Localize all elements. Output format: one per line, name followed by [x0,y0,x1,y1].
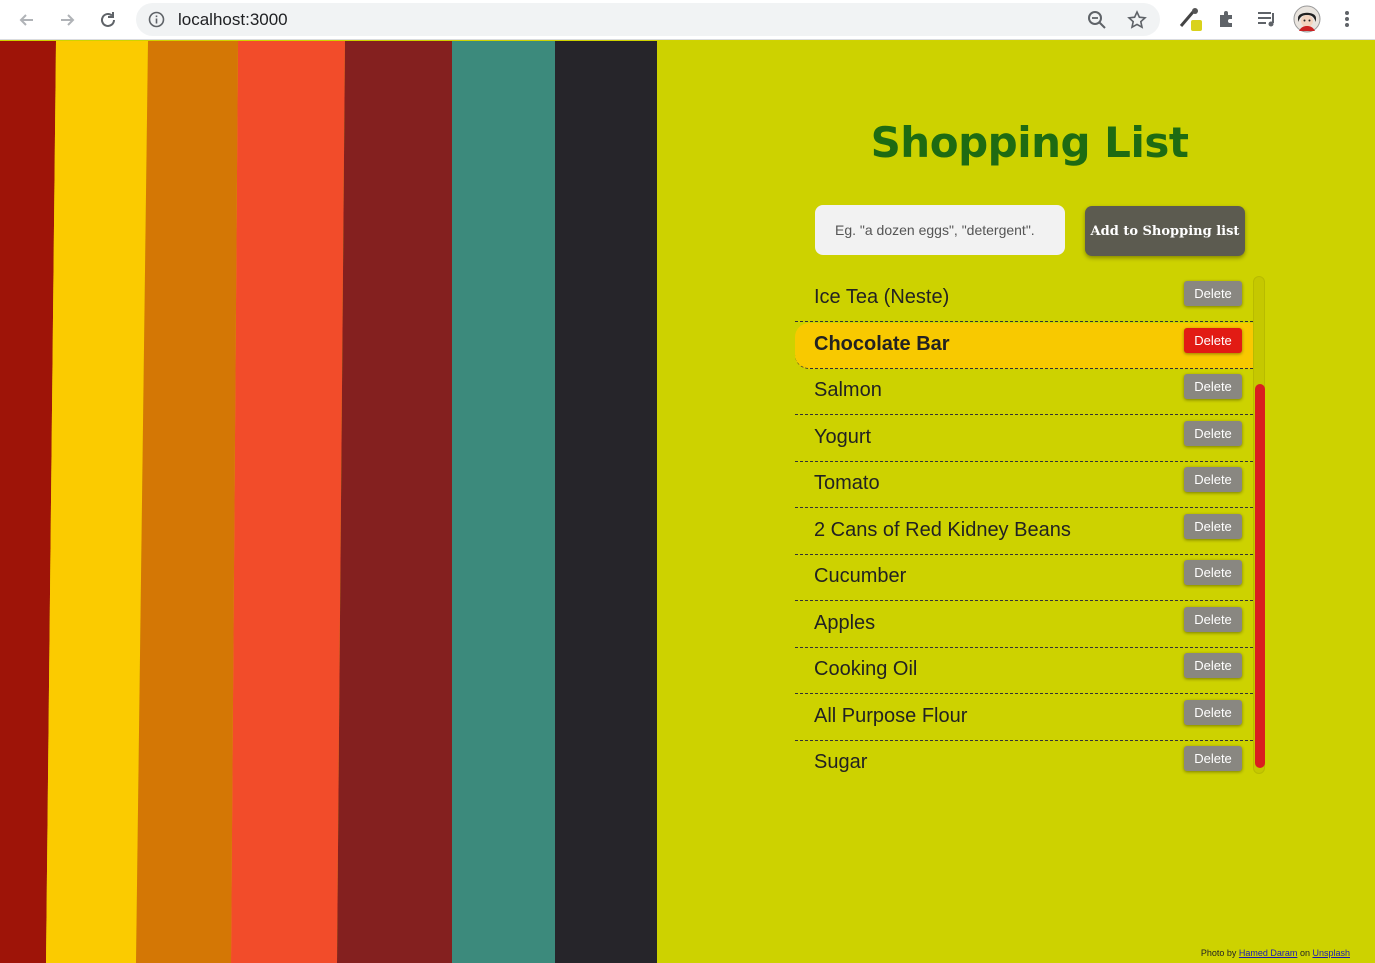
reload-icon[interactable] [92,4,124,36]
address-bar[interactable]: localhost:3000 [136,3,1160,36]
delete-button[interactable]: Delete [1184,374,1242,399]
media-queue-icon[interactable] [1252,4,1282,34]
stripe [136,41,238,963]
list-item-label: All Purpose Flour [814,705,968,727]
delete-button[interactable]: Delete [1184,421,1242,446]
photo-credit: Photo by Hamed Daram on Unsplash [1201,948,1350,958]
list-item[interactable]: Salmon Delete [795,369,1253,415]
delete-button[interactable]: Delete [1184,514,1242,539]
list-item-label: Yogurt [814,426,872,448]
list-item[interactable]: 2 Cans of Red Kidney Beans Delete [795,509,1253,555]
profile-avatar[interactable] [1292,4,1322,34]
back-arrow-icon[interactable] [11,4,43,36]
browser-toolbar: localhost:3000 [0,0,1375,40]
credit-prefix: Photo by [1200,948,1237,958]
delete-button[interactable]: Delete [1184,700,1242,725]
add-to-shopping-list-button[interactable]: Add to Shopping list [1085,206,1245,256]
url-text[interactable]: localhost:3000 [178,10,288,30]
delete-button[interactable]: Delete [1184,467,1242,492]
item-input[interactable] [815,205,1065,255]
list-item[interactable]: Apples Delete [795,602,1253,648]
list-item[interactable]: Cucumber Delete [795,555,1253,601]
info-icon[interactable] [148,11,165,33]
stripe [555,41,660,963]
eyedropper-extension-icon[interactable] [1174,4,1204,34]
delete-button[interactable]: Delete [1184,607,1242,632]
forward-arrow-icon[interactable] [51,4,83,36]
stripe [452,41,555,963]
credit-site-link[interactable]: Unsplash [1312,948,1350,958]
background-photo-paper-stripes [0,41,660,963]
list-item[interactable]: Cooking Oil Delete [795,648,1253,694]
zoom-icon[interactable] [1084,7,1110,33]
list-item[interactable]: Yogurt Delete [795,416,1253,462]
delete-button[interactable]: Delete [1184,560,1242,585]
shopping-list: Ice Tea (Neste) Delete Chocolate Bar Delete… [795,276,1253,773]
delete-button[interactable]: Delete [1184,281,1242,306]
delete-button[interactable]: Delete [1184,746,1242,771]
stripe [337,41,452,963]
scrollbar-thumb[interactable] [1255,384,1265,768]
list-item-label: 2 Cans of Red Kidney Beans [814,519,1071,541]
list-item[interactable]: Chocolate Bar Delete [795,323,1253,369]
list-item-label: Apples [814,612,876,634]
list-item-label: Ice Tea (Neste) [814,286,950,308]
credit-author-link[interactable]: Hamed Daram [1239,948,1298,958]
list-item-label: Salmon [814,379,882,401]
list-item[interactable]: All Purpose Flour Delete [795,695,1253,741]
stripe [46,41,148,963]
delete-button[interactable]: Delete [1184,328,1242,353]
credit-middle: on [1299,948,1310,958]
list-item-label: Cucumber [814,565,907,587]
list-item-label: Sugar [814,751,868,773]
puzzle-extensions-icon[interactable] [1212,4,1242,34]
list-item-label: Cooking Oil [814,658,918,680]
list-item-label: Tomato [814,472,880,494]
list-item[interactable]: Sugar Delete [795,741,1253,787]
stripe [231,41,345,963]
delete-button[interactable]: Delete [1184,653,1242,678]
list-item[interactable]: Ice Tea (Neste) Delete [795,276,1253,322]
list-item-label: Chocolate Bar [814,333,950,355]
star-icon[interactable] [1124,7,1150,33]
list-item[interactable]: Tomato Delete [795,462,1253,508]
page-title: Shopping List [870,118,1189,167]
more-menu-icon[interactable] [1332,4,1362,34]
